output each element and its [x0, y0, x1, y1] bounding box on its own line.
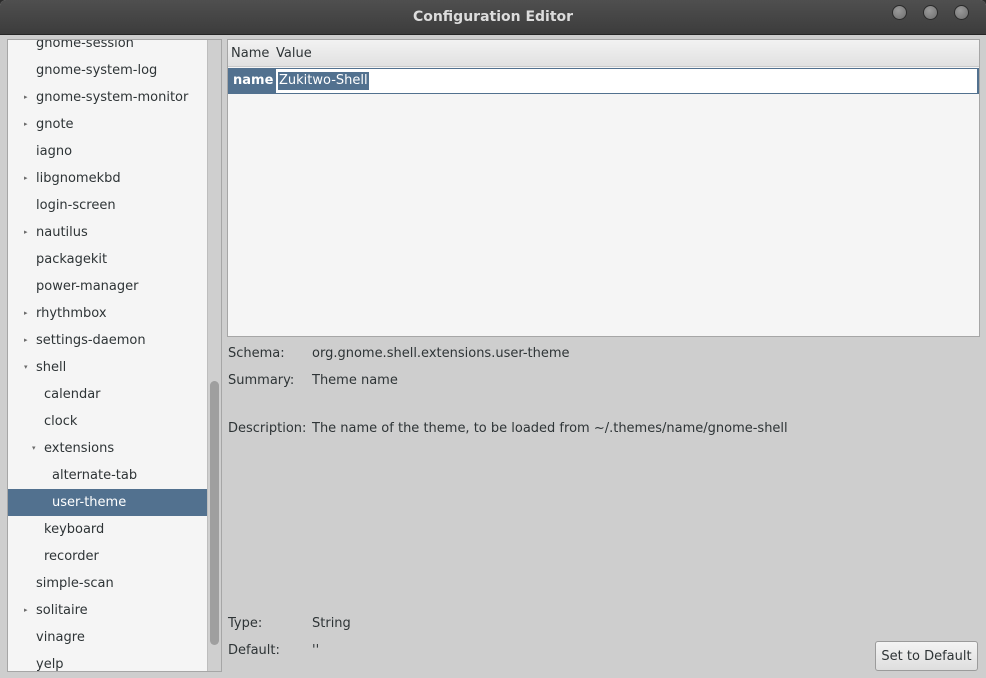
tree-item-label: login-screen [36, 198, 116, 213]
tree-item[interactable]: ▸ gnome-system-monitor [8, 84, 207, 111]
value-edit-text[interactable]: Zukitwo-Shell [278, 72, 369, 90]
tree-item[interactable]: iagno [8, 138, 207, 165]
default-label: Default: [228, 643, 280, 658]
expander-open-icon[interactable]: ▾ [24, 354, 28, 381]
default-value: '' [312, 643, 320, 658]
tree-item[interactable]: ▾ shell [8, 354, 207, 381]
keys-table[interactable]: Name Value name Zukitwo-Shell [227, 39, 980, 337]
tree-item[interactable]: keyboard [8, 516, 207, 543]
expander-closed-icon[interactable]: ▸ [24, 219, 28, 246]
tree-item[interactable]: simple-scan [8, 570, 207, 597]
tree-item-label: iagno [36, 144, 73, 159]
tree-item[interactable]: alternate-tab [8, 462, 207, 489]
tree-item-label: gnome-session [36, 39, 134, 51]
keys-table-header: Name Value [228, 40, 979, 67]
title-bar[interactable]: Configuration Editor [0, 0, 986, 35]
maximize-icon[interactable] [923, 5, 938, 20]
tree-item-label: alternate-tab [52, 468, 138, 483]
value-edit-field[interactable]: Zukitwo-Shell [275, 68, 978, 94]
summary-label: Summary: [228, 373, 295, 388]
tree-item-label: gnote [36, 117, 74, 132]
table-row[interactable]: name Zukitwo-Shell [228, 68, 979, 94]
column-header-name[interactable]: Name [231, 40, 269, 66]
expander-closed-icon[interactable]: ▸ [24, 327, 28, 354]
tree-item-label: yelp [36, 657, 64, 672]
description-label: Description: [228, 421, 307, 436]
tree-item-label: solitaire [36, 603, 88, 618]
tree-item[interactable]: calendar [8, 381, 207, 408]
tree-item[interactable]: packagekit [8, 246, 207, 273]
tree-item[interactable]: user-theme [8, 489, 207, 516]
schema-tree[interactable]: gnome-session gnome-system-log ▸ gnome-syst… [7, 39, 222, 672]
close-icon[interactable] [954, 5, 969, 20]
tree-item[interactable]: ▸ gnote [8, 111, 207, 138]
tree-item-label: gnome-system-monitor [36, 90, 189, 105]
configuration-editor-window: Configuration Editor gnome-session gnome-… [0, 0, 986, 678]
tree-item-label: extensions [44, 441, 115, 456]
expander-open-icon[interactable]: ▾ [32, 435, 36, 462]
tree-item-label: gnome-system-log [36, 63, 158, 78]
tree-item[interactable]: ▸ settings-daemon [8, 327, 207, 354]
tree-item-label: calendar [44, 387, 101, 402]
tree-item-label: rhythmbox [36, 306, 107, 321]
tree-item[interactable]: ▸ libgnomekbd [8, 165, 207, 192]
schema-label: Schema: [228, 346, 285, 361]
tree-item[interactable]: ▸ solitaire [8, 597, 207, 624]
window-title: Configuration Editor [412, 9, 574, 25]
column-header-value[interactable]: Value [276, 40, 312, 66]
expander-closed-icon[interactable]: ▸ [24, 84, 28, 111]
tree-item-label: packagekit [36, 252, 108, 267]
tree-item[interactable]: gnome-system-log [8, 57, 207, 84]
tree-item-label: vinagre [36, 630, 85, 645]
expander-closed-icon[interactable]: ▸ [24, 597, 28, 624]
expander-closed-icon[interactable]: ▸ [24, 300, 28, 327]
schema-value: org.gnome.shell.extensions.user-theme [312, 346, 570, 361]
sidebar-scrollbar-thumb[interactable] [210, 381, 219, 645]
tree-item-label: user-theme [52, 495, 127, 510]
summary-value: Theme name [312, 373, 398, 388]
tree-item-label: recorder [44, 549, 99, 564]
tree-item[interactable]: power-manager [8, 273, 207, 300]
description-value: The name of the theme, to be loaded from… [312, 421, 788, 436]
tree-item-label: keyboard [44, 522, 105, 537]
tree-item[interactable]: ▸ rhythmbox [8, 300, 207, 327]
expander-closed-icon[interactable]: ▸ [24, 165, 28, 192]
tree-item-label: shell [36, 360, 67, 375]
set-to-default-button[interactable]: Set to Default [875, 641, 978, 671]
sidebar-scrollbar[interactable] [207, 40, 221, 671]
tree-item[interactable]: gnome-session [8, 39, 207, 57]
expander-closed-icon[interactable]: ▸ [24, 111, 28, 138]
tree-item[interactable]: login-screen [8, 192, 207, 219]
tree-item[interactable]: ▸ nautilus [8, 219, 207, 246]
tree-item-label: simple-scan [36, 576, 114, 591]
tree-item-label: nautilus [36, 225, 88, 240]
tree-item-label: power-manager [36, 279, 139, 294]
tree-item[interactable]: yelp [8, 651, 207, 672]
tree-item[interactable]: vinagre [8, 624, 207, 651]
key-name-cell: name [233, 73, 274, 88]
tree-item[interactable]: ▾ extensions [8, 435, 207, 462]
minimize-icon[interactable] [892, 5, 907, 20]
tree-item-label: libgnomekbd [36, 171, 121, 186]
type-value: String [312, 616, 351, 631]
tree-item[interactable]: clock [8, 408, 207, 435]
tree-item[interactable]: recorder [8, 543, 207, 570]
type-label: Type: [228, 616, 263, 631]
tree-item-label: settings-daemon [36, 333, 146, 348]
tree-item-label: clock [44, 414, 78, 429]
